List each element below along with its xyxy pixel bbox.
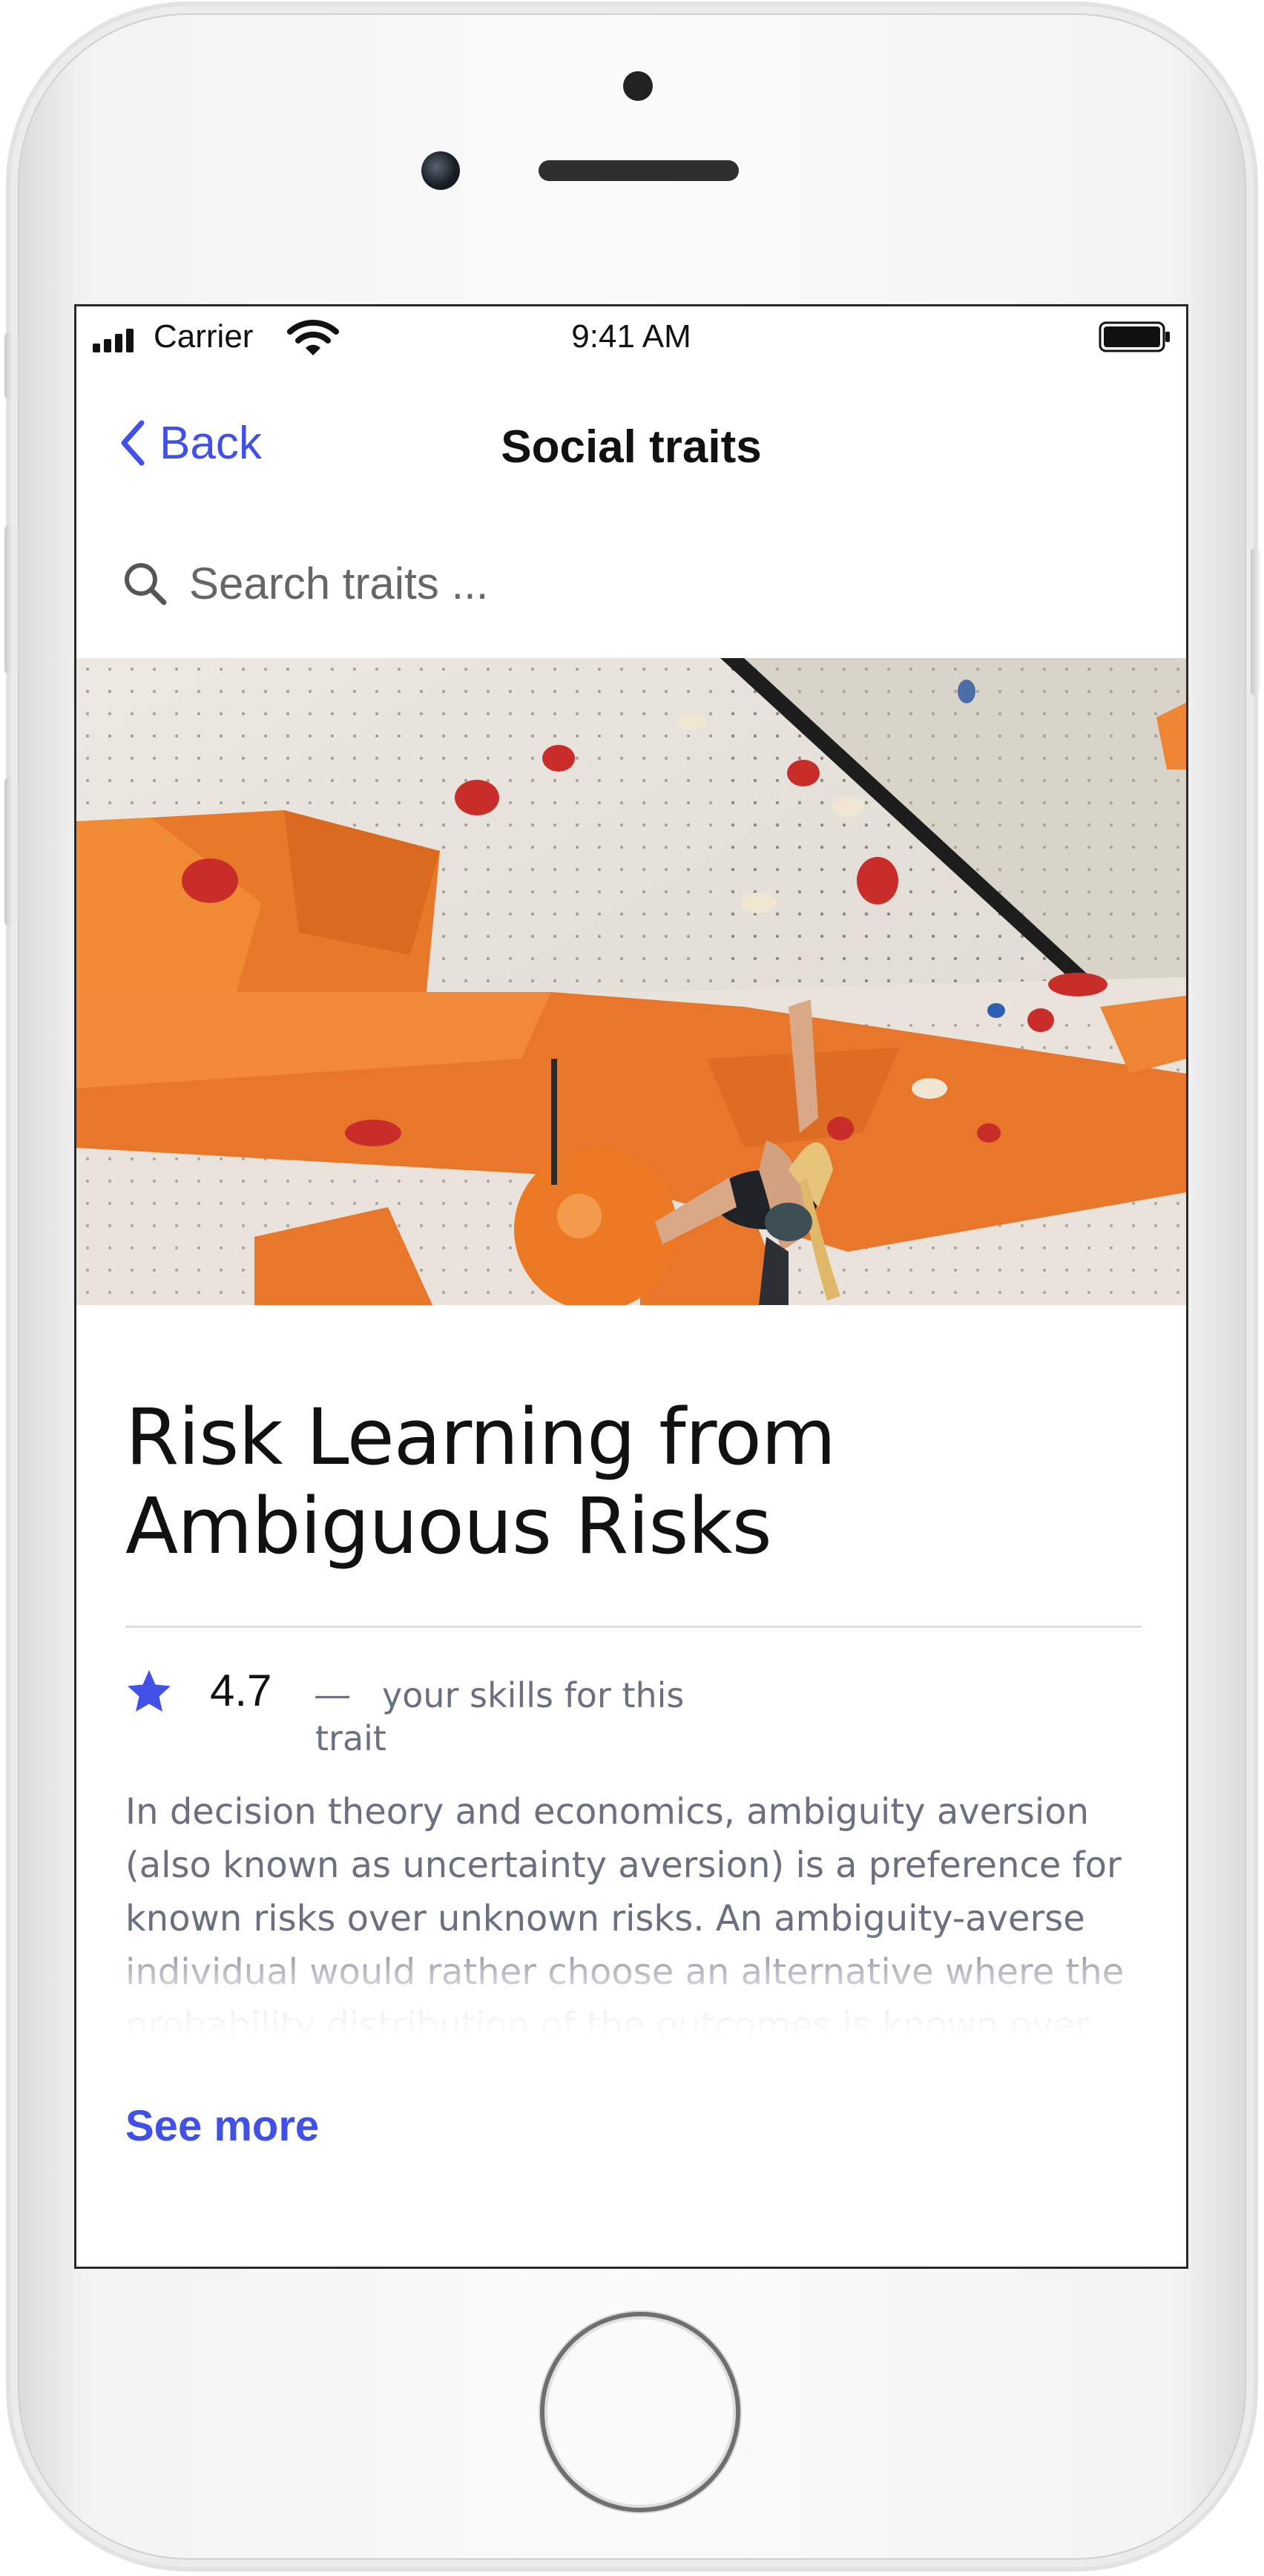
divider: [125, 1626, 1142, 1628]
see-more-link[interactable]: See more: [125, 2101, 319, 2151]
trait-description: In decision theory and economics, ambigu…: [125, 1785, 1142, 2055]
rating-row: 4.7 — your skills for this trait: [125, 1666, 1142, 1758]
search-icon: [125, 563, 167, 605]
app-screen: Carrier 9:41 AM Back Social traits Searc…: [74, 304, 1188, 2269]
climbing-wall-photo: [76, 658, 1186, 1305]
trait-details: Risk Learning from Ambiguous Risks 4.7 —…: [125, 1305, 1142, 2151]
trait-hero-image: [76, 658, 1186, 1305]
trait-description-text: In decision theory and economics, ambigu…: [125, 1791, 1125, 2046]
front-camera: [421, 151, 460, 190]
navigation-bar: Back Social traits: [76, 403, 1186, 484]
page-title: Social traits: [501, 421, 762, 473]
rating-caption: your skills for this trait: [315, 1675, 685, 1758]
search-input[interactable]: [189, 557, 1079, 609]
earpiece-speaker: [539, 160, 739, 181]
proximity-sensor: [623, 71, 653, 101]
volume-up-button: [4, 525, 13, 674]
trait-title: Risk Learning from Ambiguous Risks: [125, 1392, 836, 1571]
mute-switch: [4, 332, 13, 399]
status-time: 9:41 AM: [571, 318, 691, 355]
rating-value: 4.7: [210, 1666, 272, 1715]
home-button[interactable]: [540, 2312, 740, 2512]
battery-icon: [1099, 321, 1170, 352]
status-bar: Carrier 9:41 AM: [76, 306, 1186, 366]
power-button: [1251, 548, 1260, 696]
volume-down-button: [4, 778, 13, 926]
search-bar[interactable]: [121, 542, 1145, 624]
star-icon: [128, 1670, 171, 1712]
